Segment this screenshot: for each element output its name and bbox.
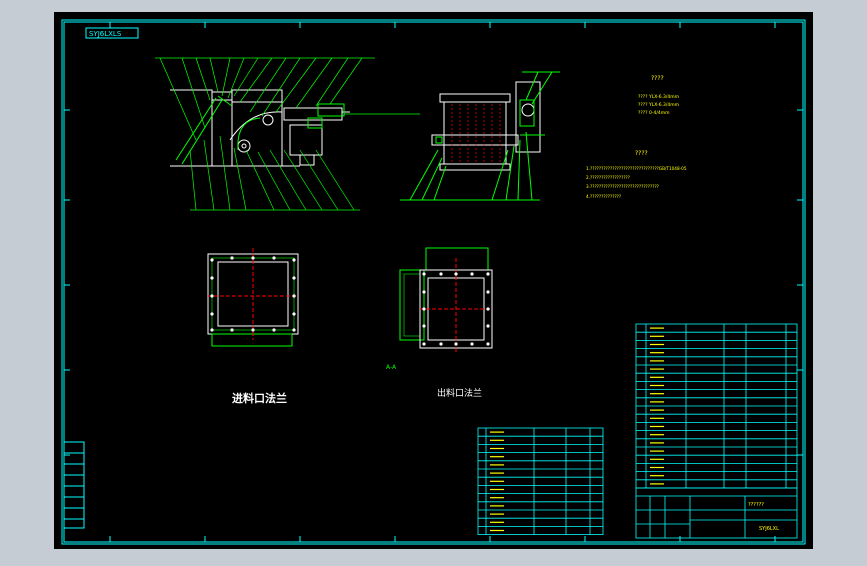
tech-line: 3.??????????????????????????????? xyxy=(586,184,659,189)
spec-line: ???? YLX-6.3/4mm xyxy=(638,102,679,108)
spec-title: ???? xyxy=(651,75,664,82)
tech-line: 4.?????????????? xyxy=(586,194,621,199)
inlet-flange-label: 进料口法兰 xyxy=(232,391,287,405)
drawing-code: SYJ6LXL xyxy=(759,526,779,532)
tech-line: 1.???????????????????????????????GB/T104… xyxy=(586,166,687,171)
cad-viewport[interactable]: SYJ6LXLS 进料口法兰 出料口法兰 A-A ???? ???? YLX-6… xyxy=(0,0,867,562)
spec-line: ???? 0-4/4mm xyxy=(638,110,669,116)
title-stamp: SYJ6LXLS xyxy=(89,30,122,38)
section-label: A-A xyxy=(386,364,397,371)
tech-title: ???? xyxy=(635,150,648,157)
tech-line: 2.?????????????????? xyxy=(586,175,630,180)
outlet-flange-label: 出料口法兰 xyxy=(437,387,482,399)
spec-line: ???? YLX-6.3/4mm xyxy=(638,94,679,100)
parts-list-right xyxy=(635,323,798,489)
title-block-name: ?????? xyxy=(748,502,764,508)
drawing-canvas[interactable]: SYJ6LXLS 进料口法兰 出料口法兰 A-A ???? ???? YLX-6… xyxy=(0,0,867,562)
